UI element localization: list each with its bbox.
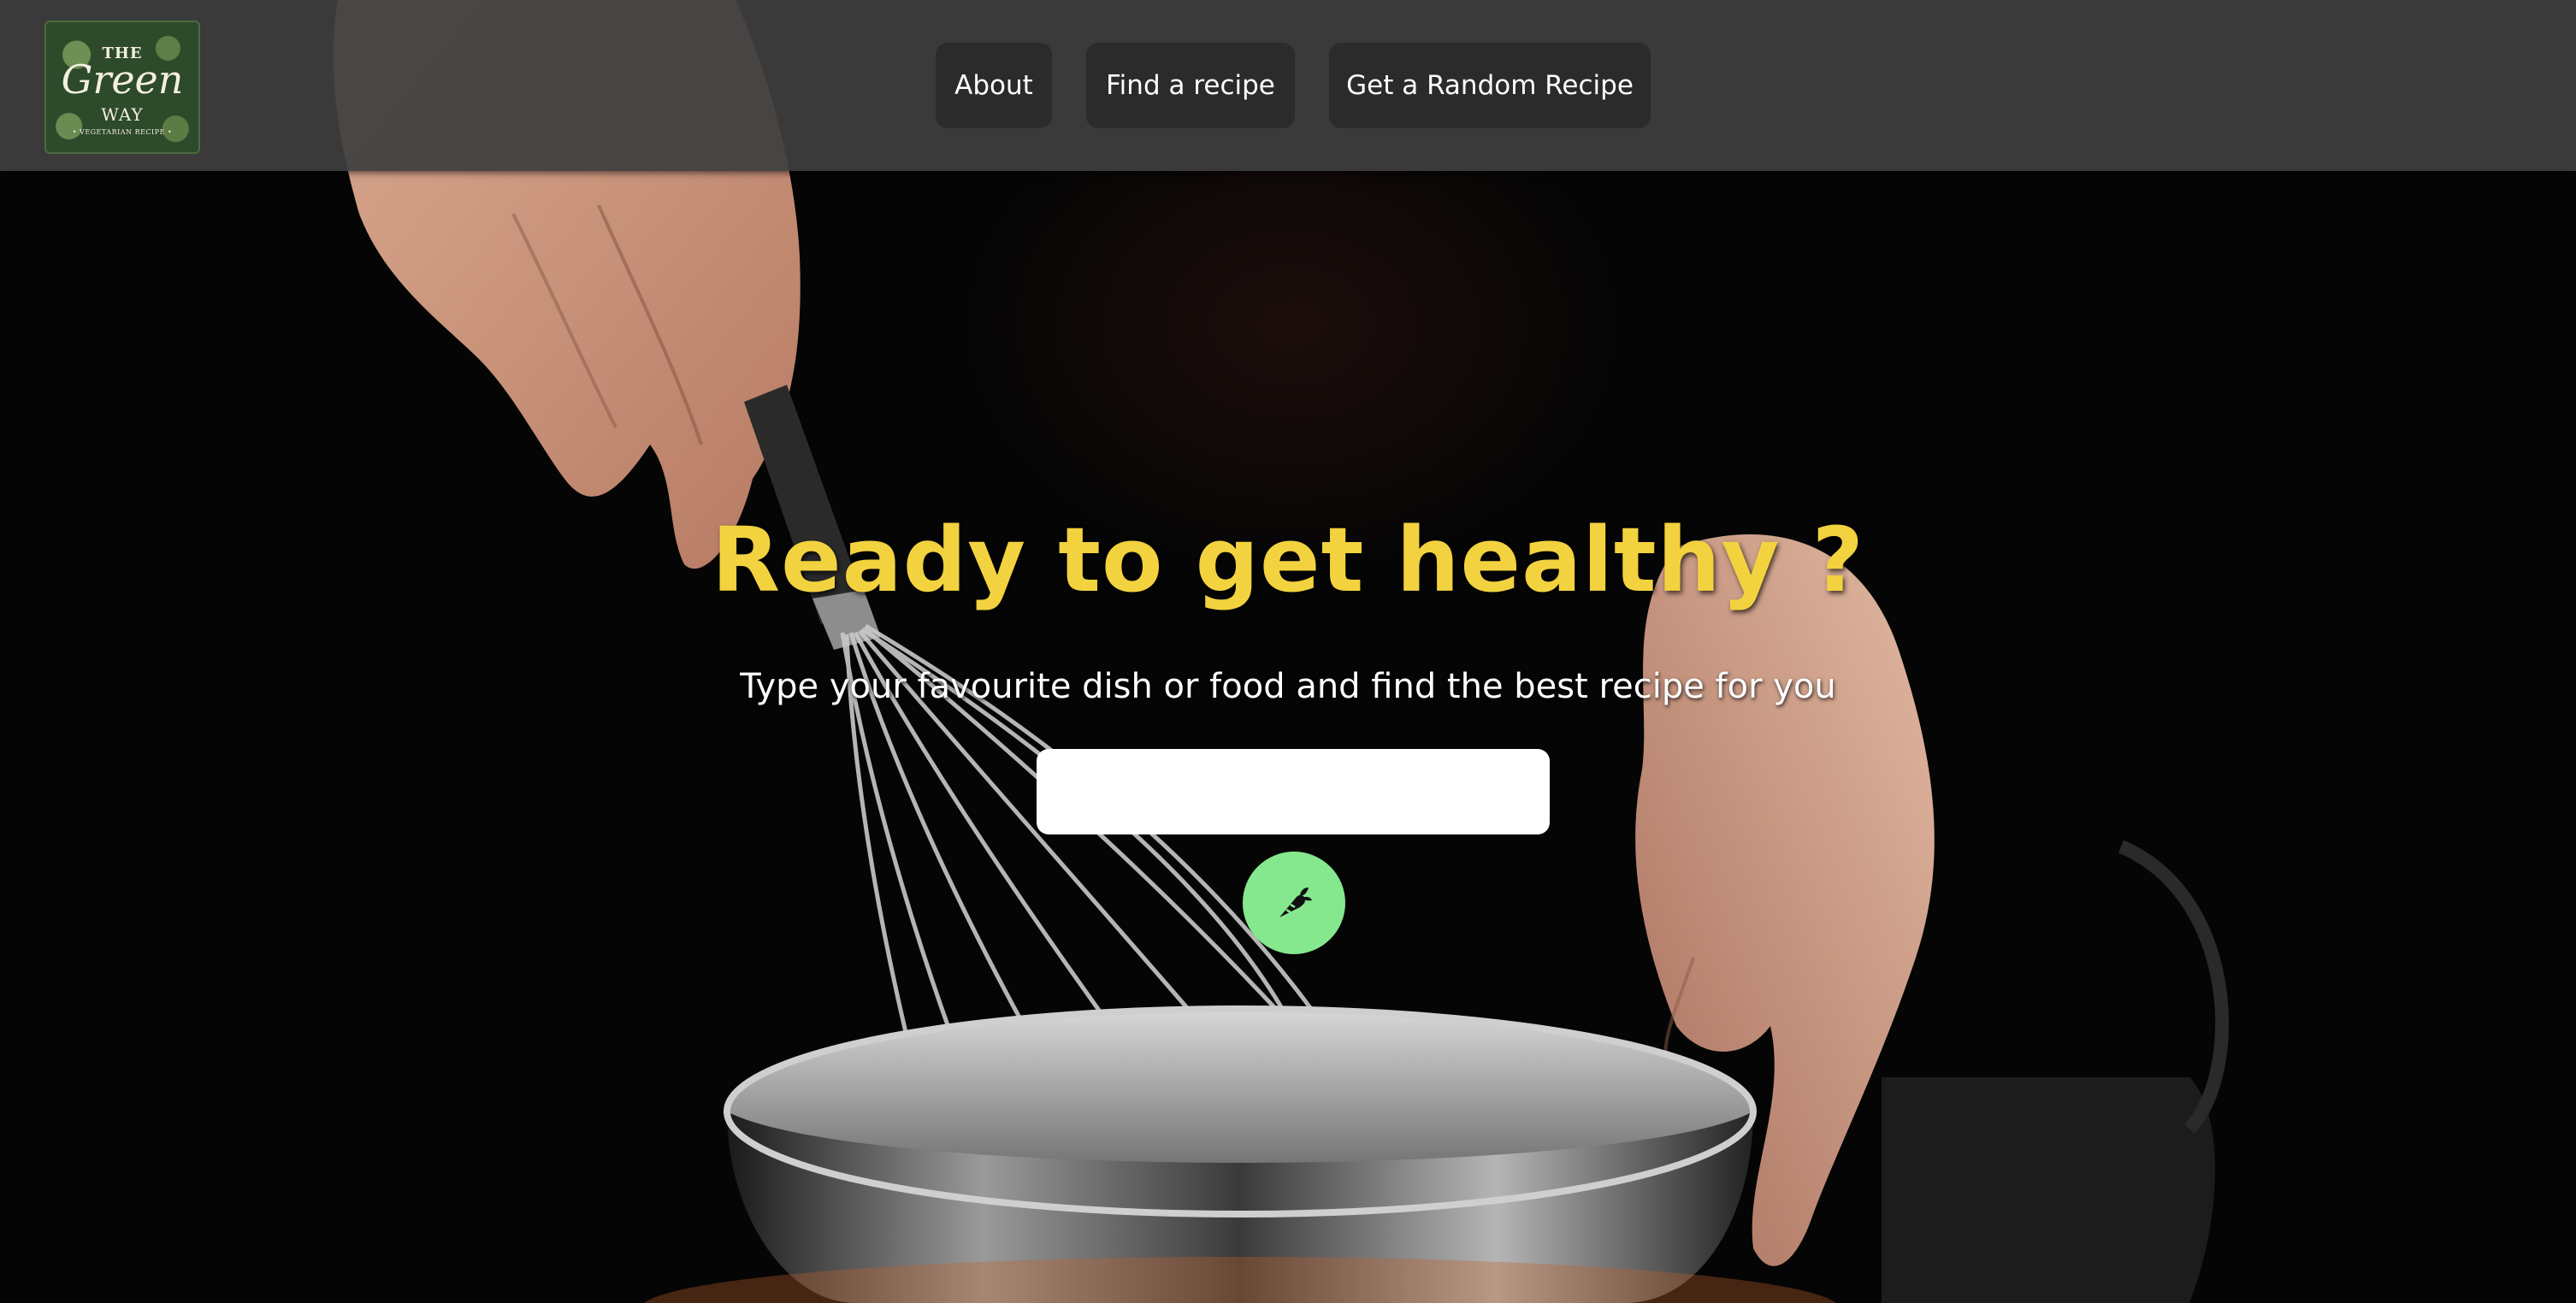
nav-random-recipe-button[interactable]: Get a Random Recipe xyxy=(1329,43,1651,128)
hero-title: Ready to get healthy ? xyxy=(712,508,1864,612)
nav-find-recipe-button[interactable]: Find a recipe xyxy=(1086,43,1295,128)
site-logo[interactable]: THE Green WAY • VEGETARIAN RECIPE • xyxy=(44,21,200,154)
search-submit-button[interactable] xyxy=(1243,852,1345,954)
navbar: THE Green WAY • VEGETARIAN RECIPE • Abou… xyxy=(0,0,2576,171)
landing-page: THE Green WAY • VEGETARIAN RECIPE • Abou… xyxy=(0,0,2576,1303)
logo-tagline: • VEGETARIAN RECIPE • xyxy=(72,128,173,136)
logo-text-way: WAY xyxy=(101,104,144,125)
carrot-icon xyxy=(1279,887,1312,917)
hero-subtitle: Type your favourite dish or food and fin… xyxy=(740,667,1836,706)
hero-background-photo xyxy=(333,0,2230,1303)
nav-about-button[interactable]: About xyxy=(936,43,1052,128)
logo-text-green: Green xyxy=(61,56,184,103)
recipe-search-input[interactable] xyxy=(1037,749,1550,834)
